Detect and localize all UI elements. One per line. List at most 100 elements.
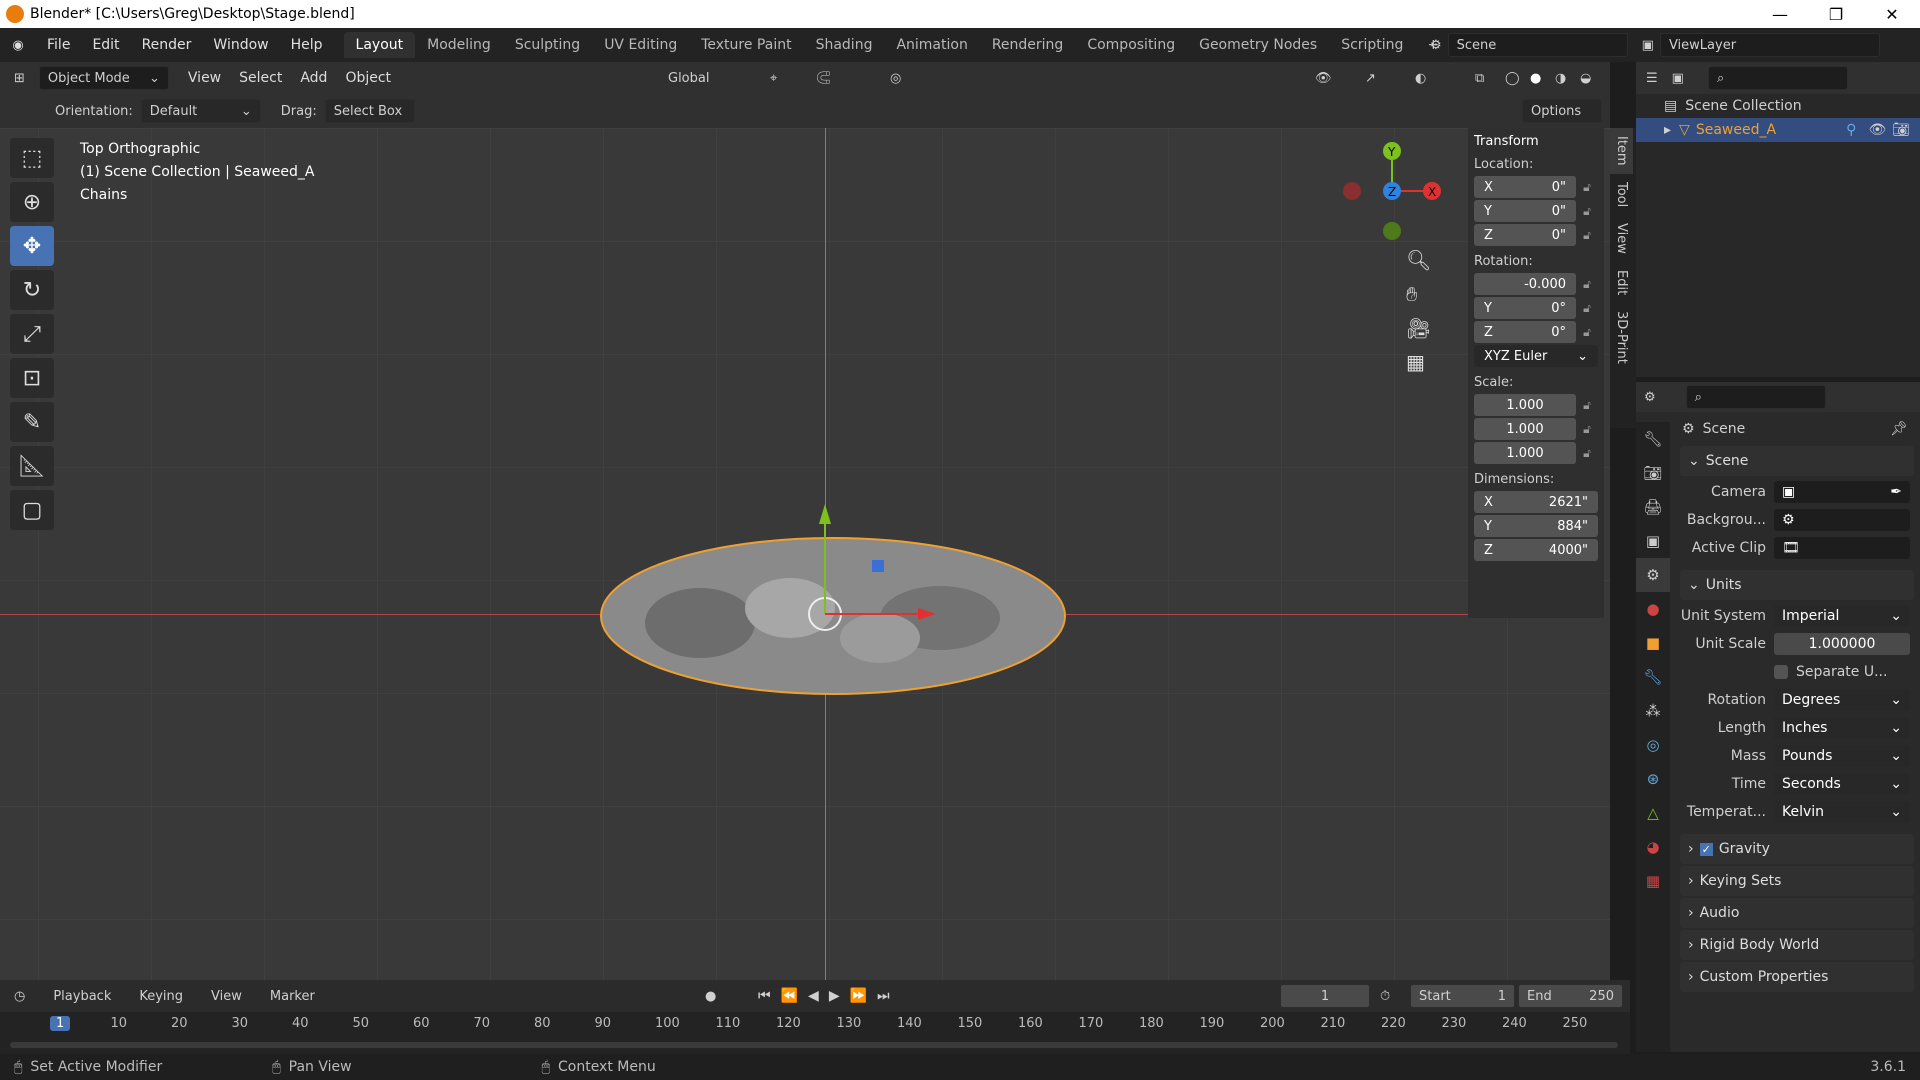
- snap-icon[interactable]: 🧲︎: [815, 71, 832, 86]
- tab-view[interactable]: View: [1610, 215, 1633, 262]
- physics-tab-icon[interactable]: ◎: [1636, 728, 1670, 762]
- mode-selector[interactable]: Object Mode ⌄: [38, 66, 169, 90]
- dimension-z-field[interactable]: Z 4000": [1474, 539, 1598, 561]
- output-tab-icon[interactable]: 🖨︎: [1636, 490, 1670, 524]
- pivot-icon[interactable]: ⌖: [770, 71, 777, 86]
- preview-range-icon[interactable]: ⏱: [1380, 989, 1390, 1004]
- lock-icon[interactable]: 🔓︎: [1576, 446, 1598, 461]
- pin-icon[interactable]: 📌︎: [1890, 421, 1908, 437]
- timeline-scrollbar[interactable]: [10, 1042, 1618, 1048]
- eyedropper-icon[interactable]: ✒: [1890, 484, 1902, 500]
- scale-y-field[interactable]: 1.000: [1474, 418, 1576, 440]
- jump-start-icon[interactable]: ⏮: [758, 988, 771, 1004]
- tab-sculpting[interactable]: Sculpting: [503, 32, 592, 58]
- add-cube-icon[interactable]: ▢: [10, 490, 54, 530]
- navigation-gizmo[interactable]: Y Z X: [1330, 133, 1450, 383]
- current-frame-field[interactable]: 1: [1280, 984, 1370, 1008]
- cursor-icon[interactable]: ⊕: [10, 182, 54, 222]
- viewlayer-selector[interactable]: ViewLayer: [1659, 33, 1880, 57]
- menu-edit[interactable]: Edit: [81, 37, 130, 53]
- scene-icon[interactable]: ⚙: [1430, 38, 1442, 53]
- active-clip-field[interactable]: 🎞︎: [1774, 537, 1910, 559]
- lock-icon[interactable]: 🔓︎: [1576, 228, 1598, 243]
- location-x-field[interactable]: X 0": [1474, 176, 1576, 198]
- separate-units-checkbox[interactable]: [1774, 665, 1788, 679]
- ortho-toggle-icon[interactable]: ▦: [1406, 350, 1431, 374]
- scene-tab-icon[interactable]: ⚙: [1636, 558, 1670, 592]
- options-button[interactable]: Options: [1522, 99, 1602, 123]
- minimize-icon[interactable]: —: [1752, 0, 1808, 28]
- rotation-x-field[interactable]: -0.000: [1474, 273, 1576, 295]
- tab-animation[interactable]: Animation: [884, 32, 979, 58]
- rigid-body-world-section-header[interactable]: › Rigid Body World: [1680, 930, 1914, 960]
- properties-search-input[interactable]: ⌕: [1685, 385, 1826, 409]
- move-icon[interactable]: ✥: [10, 226, 54, 266]
- transform-header[interactable]: Transform: [1468, 128, 1604, 151]
- menu-help[interactable]: Help: [280, 37, 334, 53]
- scale-z-field[interactable]: 1.000: [1474, 442, 1576, 464]
- data-tab-icon[interactable]: △: [1636, 796, 1670, 830]
- background-field[interactable]: ⚙: [1774, 509, 1910, 531]
- constraints-tab-icon[interactable]: ⊛: [1636, 762, 1670, 796]
- tab-shading[interactable]: Shading: [804, 32, 885, 58]
- camera-view-icon[interactable]: 🎥︎: [1406, 316, 1431, 340]
- menu-add[interactable]: Add: [291, 70, 336, 86]
- unit-scale-field[interactable]: 1.000000: [1774, 633, 1910, 655]
- tab-tool[interactable]: Tool: [1610, 174, 1633, 215]
- lock-icon[interactable]: 🔓︎: [1576, 277, 1598, 292]
- 3d-viewport[interactable]: ⬚ ⊕ ✥ ↻ ⤢ ⊡ ✎ 📐︎ ▢ Top Orthographic (1) …: [0, 128, 1610, 980]
- maximize-icon[interactable]: ❐: [1808, 0, 1864, 28]
- tab-uv-editing[interactable]: UV Editing: [592, 32, 689, 58]
- lock-icon[interactable]: 🔓︎: [1576, 422, 1598, 437]
- tab-scripting[interactable]: Scripting: [1329, 32, 1415, 58]
- scale-x-field[interactable]: 1.000: [1474, 394, 1576, 416]
- material-shading-icon[interactable]: ◑: [1555, 71, 1566, 86]
- prev-keyframe-icon[interactable]: ⏪: [781, 988, 798, 1004]
- object-tab-icon[interactable]: ■: [1636, 626, 1670, 660]
- visibility-icon[interactable]: 👁︎: [1315, 71, 1332, 86]
- timeline-ruler[interactable]: 1 10 20 30 40 50 60 70 80 90 100 110 120 130 140 150 160…: [0, 1012, 1630, 1054]
- editor-type-icon[interactable]: ⊞: [0, 71, 39, 86]
- solid-shading-icon[interactable]: ●: [1530, 71, 1541, 86]
- material-tab-icon[interactable]: ◕: [1636, 830, 1670, 864]
- camera-render-icon[interactable]: 📷︎: [1892, 122, 1910, 138]
- record-icon[interactable]: ●: [705, 989, 716, 1004]
- play-icon[interactable]: ▶: [829, 988, 840, 1004]
- tab-layout[interactable]: Layout: [343, 32, 416, 58]
- display-mode-icon[interactable]: ▣: [1672, 71, 1684, 86]
- scene-selector[interactable]: Scene: [1447, 33, 1628, 57]
- pan-hand-icon[interactable]: ✋︎: [1406, 282, 1431, 306]
- jump-end-icon[interactable]: ⏭: [877, 988, 890, 1004]
- menu-file[interactable]: File: [36, 37, 81, 53]
- expand-arrow-icon[interactable]: ▸: [1664, 122, 1671, 138]
- rotation-mode-select[interactable]: XYZ Euler ⌄: [1474, 345, 1598, 367]
- tool-tab-icon[interactable]: 🔧︎: [1636, 422, 1670, 456]
- view-layer-tab-icon[interactable]: ▣: [1636, 524, 1670, 558]
- location-z-field[interactable]: Z 0": [1474, 224, 1576, 246]
- world-tab-icon[interactable]: ●: [1636, 592, 1670, 626]
- end-frame-field[interactable]: End 250: [1518, 984, 1623, 1008]
- playback-menu[interactable]: Playback: [39, 989, 125, 1004]
- audio-section-header[interactable]: › Audio: [1680, 898, 1914, 928]
- keying-sets-section-header[interactable]: › Keying Sets: [1680, 866, 1914, 896]
- custom-properties-section-header[interactable]: › Custom Properties: [1680, 962, 1914, 992]
- menu-window[interactable]: Window: [202, 37, 279, 53]
- menu-select[interactable]: Select: [230, 70, 291, 86]
- outliner-editor-icon[interactable]: ☰: [1646, 71, 1658, 86]
- annotate-icon[interactable]: ✎: [10, 402, 54, 442]
- rendered-shading-icon[interactable]: ◒: [1580, 71, 1591, 86]
- drag-selector[interactable]: Select Box: [324, 99, 415, 123]
- rotation-y-field[interactable]: Y 0°: [1474, 297, 1576, 319]
- transform-orientation[interactable]: Global: [660, 66, 760, 90]
- tab-modeling[interactable]: Modeling: [415, 32, 503, 58]
- tab-edit[interactable]: Edit: [1610, 262, 1633, 303]
- unit-system-select[interactable]: Imperial ⌄: [1774, 605, 1910, 627]
- tab-rendering[interactable]: Rendering: [980, 32, 1076, 58]
- outliner-row-scene-collection[interactable]: ▤ Scene Collection: [1636, 94, 1920, 118]
- tab-geometry-nodes[interactable]: Geometry Nodes: [1187, 32, 1329, 58]
- blender-menu-icon[interactable]: ◉: [0, 38, 36, 53]
- properties-editor-icon[interactable]: ⚙: [1644, 390, 1656, 405]
- modifier-tab-icon[interactable]: 🔧︎: [1636, 660, 1670, 694]
- measure-icon[interactable]: 📐︎: [10, 446, 54, 486]
- scene-section-header[interactable]: ⌄ Scene: [1680, 446, 1914, 476]
